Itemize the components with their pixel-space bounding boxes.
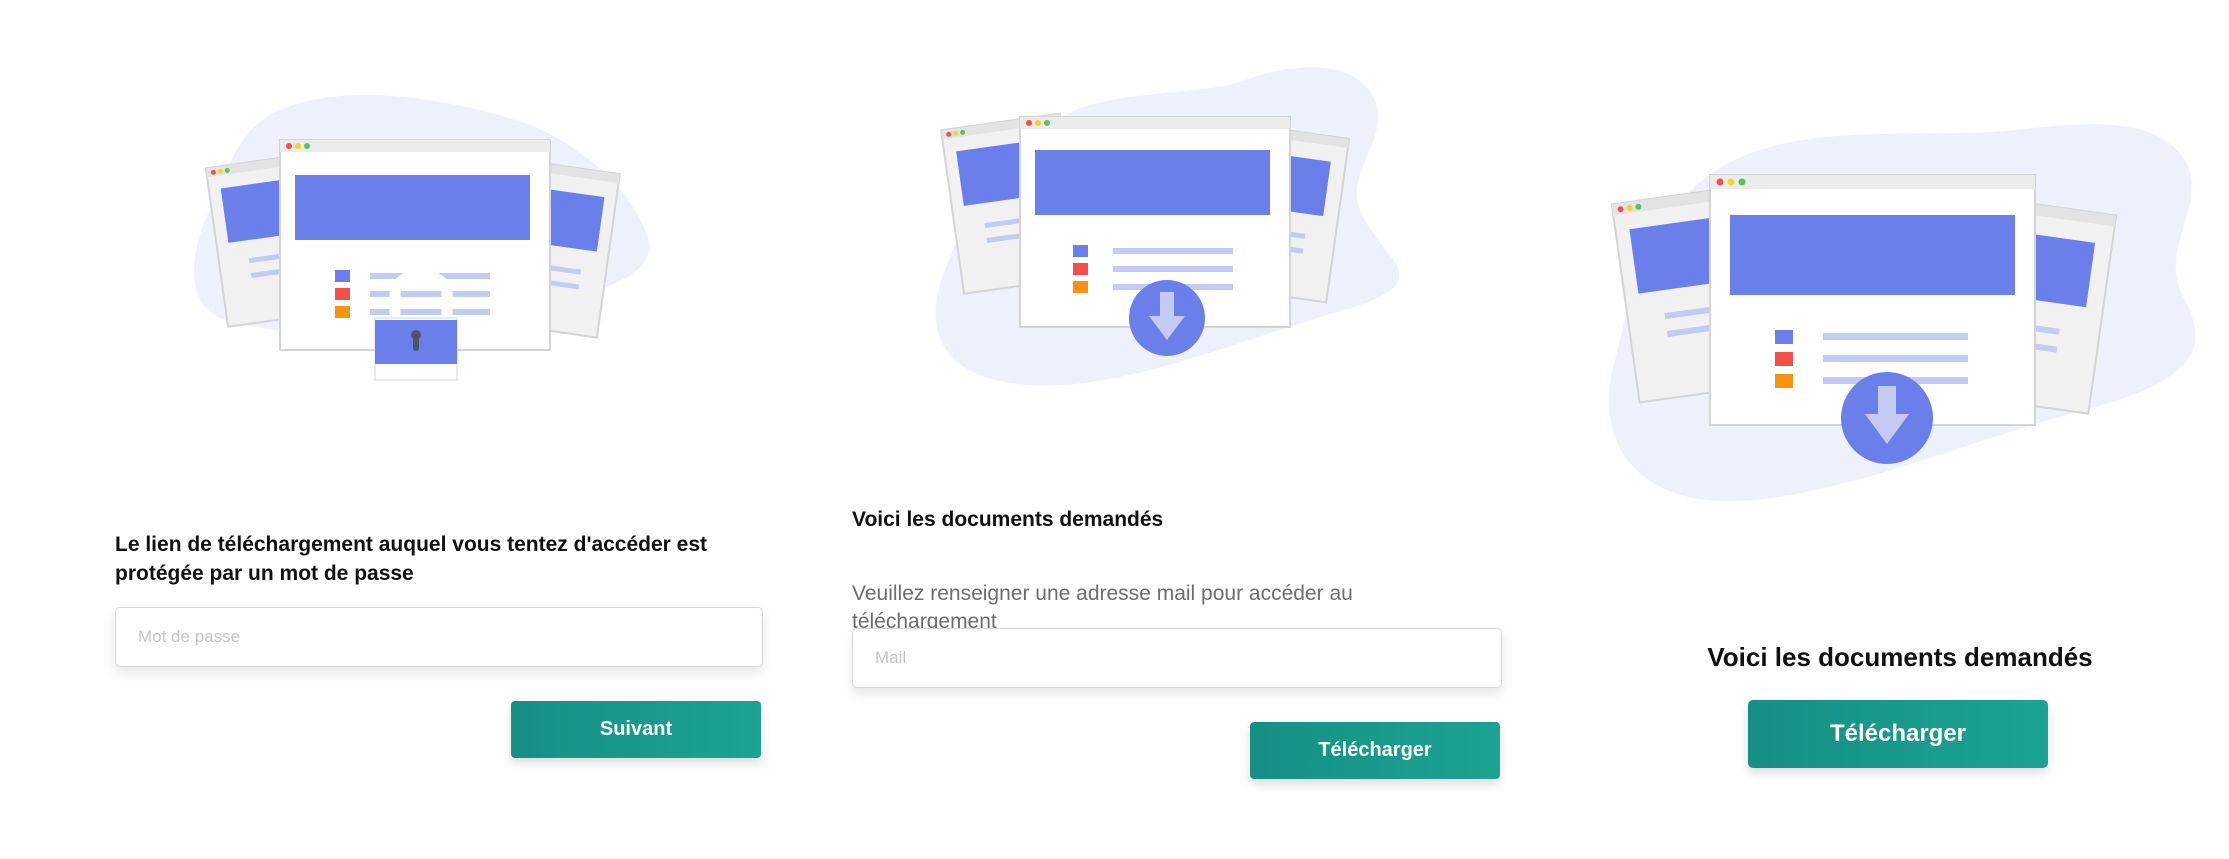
download-button[interactable]: Télécharger bbox=[1250, 722, 1500, 779]
download-button[interactable]: Télécharger bbox=[1748, 700, 2048, 768]
download-flow-screens: Le lien de téléchargement auquel vous te… bbox=[0, 0, 2229, 859]
download-arrow-icon bbox=[1129, 280, 1205, 356]
locked-documents-illustration bbox=[193, 95, 650, 381]
password-input[interactable] bbox=[115, 607, 763, 667]
password-panel-title: Le lien de téléchargement auquel vous te… bbox=[115, 533, 708, 585]
download-panel-title: Voici les documents demandés bbox=[1707, 642, 2093, 672]
download-arrow-icon bbox=[1841, 372, 1933, 464]
email-panel-title: Voici les documents demandés bbox=[852, 508, 1164, 531]
email-input[interactable] bbox=[852, 628, 1502, 688]
next-button[interactable]: Suivant bbox=[511, 701, 761, 758]
documents-download-illustration bbox=[1609, 124, 2196, 501]
documents-download-illustration bbox=[935, 67, 1400, 386]
